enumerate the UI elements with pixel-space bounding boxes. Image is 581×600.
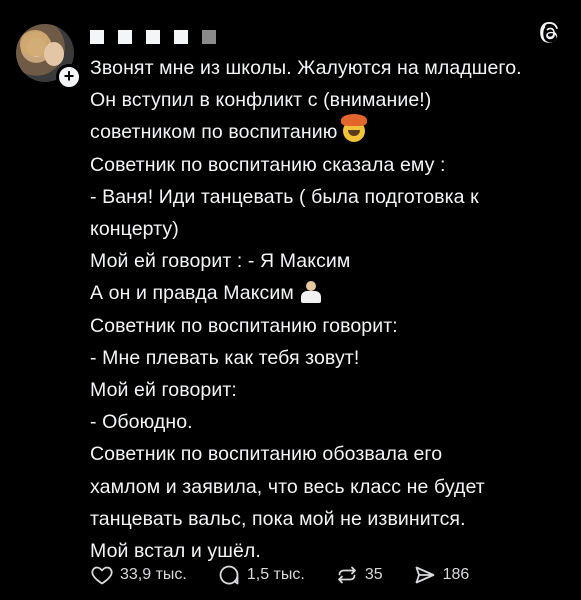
- threads-logo-icon[interactable]: [539, 22, 561, 44]
- redacted-block: [146, 30, 160, 44]
- repost-icon: [337, 566, 356, 584]
- avatar-container[interactable]: +: [16, 24, 82, 90]
- post-line: Он вступил в конфликт с (внимание!): [90, 89, 432, 112]
- exploding-head-icon: [341, 114, 368, 143]
- post-line: Мой ей говорит:: [90, 379, 237, 402]
- post-line: - Обоюдно.: [90, 411, 193, 434]
- share-button[interactable]: 186: [413, 563, 470, 587]
- post-line: - Ваня! Иди танцевать ( была подготовка …: [90, 185, 479, 208]
- reply-button[interactable]: 1,5 тыс.: [217, 563, 305, 587]
- shrug-icon: [300, 281, 322, 304]
- avatar-face: [44, 42, 64, 66]
- post-line: Звонят мне из школы. Жалуются на младшег…: [90, 57, 522, 79]
- post-line: - Мне плевать как тебя зовут!: [90, 346, 360, 369]
- redacted-block: [202, 30, 216, 44]
- post-line-with-emoji: советником по воспитанию: [90, 114, 570, 148]
- redacted-block: [174, 30, 188, 44]
- repost-button[interactable]: 35: [335, 563, 383, 587]
- post-body: Звонят мне из школы. Жалуются на младшег…: [90, 52, 570, 567]
- post-actions: 33,9 тыс. 1,5 тыс. 35 186: [90, 563, 499, 587]
- like-button[interactable]: 33,9 тыс.: [90, 563, 187, 587]
- heart-icon: [91, 566, 113, 585]
- redacted-block: [118, 30, 132, 44]
- send-icon: [415, 566, 435, 584]
- like-count: 33,9 тыс.: [120, 566, 187, 583]
- post-line: Советник по воспитанию сказала ему :: [90, 153, 446, 176]
- post-line: танцевать вальс, пока мой не извинится.: [90, 507, 466, 530]
- username-redacted[interactable]: [90, 30, 216, 44]
- post-line-text: советником по воспитанию: [90, 121, 338, 144]
- post-line: Мой ей говорит : - Я Максим: [90, 250, 351, 273]
- post-line: Советник по воспитанию обозвала его: [90, 443, 443, 466]
- post-line-text: А он и правда Максим: [90, 282, 294, 305]
- post-line: Советник по воспитанию говорит:: [90, 314, 398, 337]
- follow-plus-icon[interactable]: +: [56, 64, 82, 90]
- reply-count: 1,5 тыс.: [246, 566, 305, 583]
- comment-icon: [219, 565, 239, 585]
- post-line-with-emoji: А он и правда Максим: [90, 277, 570, 309]
- share-count: 186: [442, 566, 470, 583]
- repost-count: 35: [364, 566, 383, 583]
- post-line: концерту): [90, 218, 179, 241]
- post-line: хамлом и заявила, что весь класс не буде…: [90, 475, 485, 498]
- redacted-block: [90, 30, 104, 44]
